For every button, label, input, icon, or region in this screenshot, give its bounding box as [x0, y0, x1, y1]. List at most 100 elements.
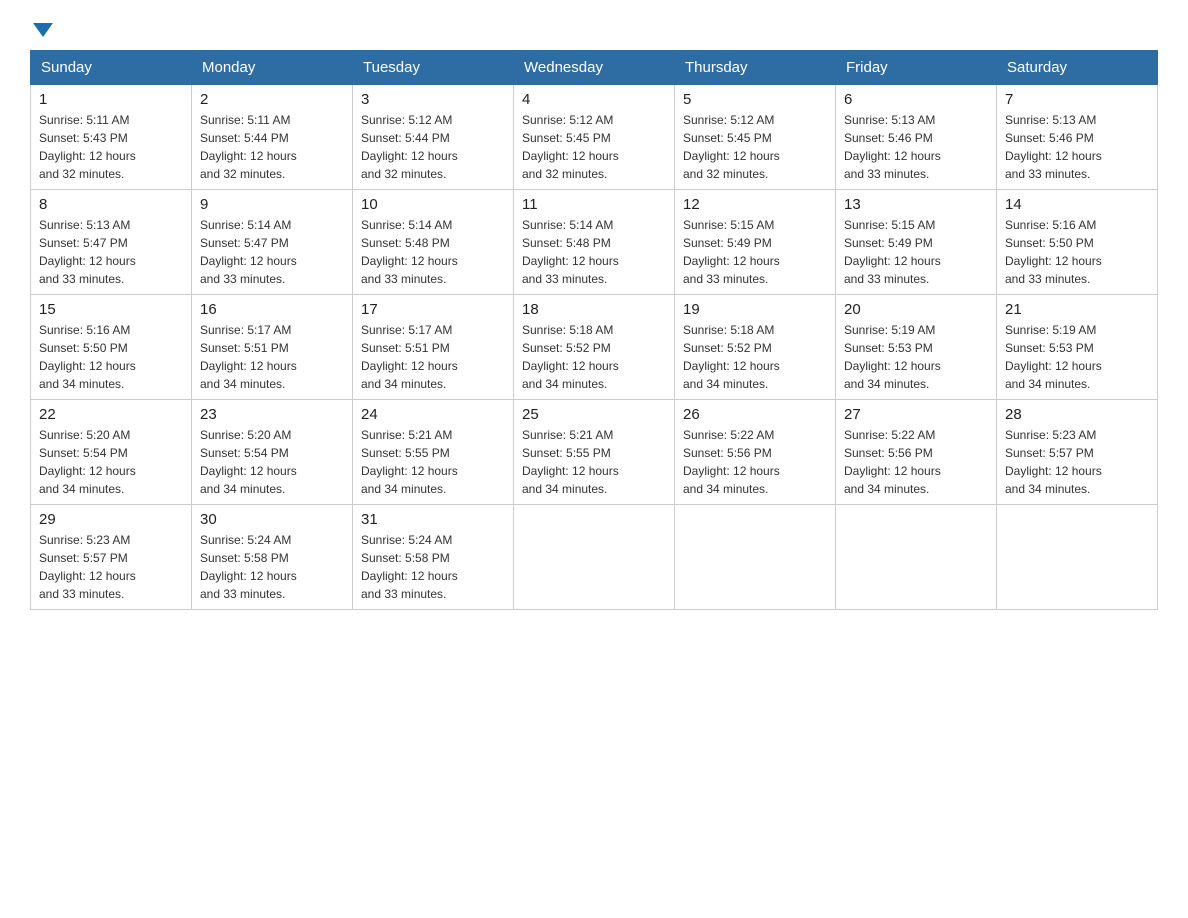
day-info: Sunrise: 5:19 AMSunset: 5:53 PMDaylight:… — [844, 323, 941, 391]
day-info: Sunrise: 5:17 AMSunset: 5:51 PMDaylight:… — [361, 323, 458, 391]
day-number: 24 — [361, 406, 505, 423]
calendar-header-sunday: Sunday — [31, 51, 192, 85]
calendar-cell: 19 Sunrise: 5:18 AMSunset: 5:52 PMDaylig… — [675, 295, 836, 400]
day-info: Sunrise: 5:13 AMSunset: 5:47 PMDaylight:… — [39, 218, 136, 286]
calendar-cell: 7 Sunrise: 5:13 AMSunset: 5:46 PMDayligh… — [997, 85, 1158, 190]
day-info: Sunrise: 5:18 AMSunset: 5:52 PMDaylight:… — [683, 323, 780, 391]
calendar-cell: 12 Sunrise: 5:15 AMSunset: 5:49 PMDaylig… — [675, 190, 836, 295]
day-info: Sunrise: 5:21 AMSunset: 5:55 PMDaylight:… — [361, 428, 458, 496]
day-info: Sunrise: 5:13 AMSunset: 5:46 PMDaylight:… — [1005, 113, 1102, 181]
calendar-header-saturday: Saturday — [997, 51, 1158, 85]
calendar-week-row: 15 Sunrise: 5:16 AMSunset: 5:50 PMDaylig… — [31, 295, 1158, 400]
day-info: Sunrise: 5:20 AMSunset: 5:54 PMDaylight:… — [200, 428, 297, 496]
day-number: 22 — [39, 406, 183, 423]
calendar-cell: 9 Sunrise: 5:14 AMSunset: 5:47 PMDayligh… — [192, 190, 353, 295]
day-number: 29 — [39, 511, 183, 528]
calendar-cell: 31 Sunrise: 5:24 AMSunset: 5:58 PMDaylig… — [353, 505, 514, 610]
calendar-cell: 22 Sunrise: 5:20 AMSunset: 5:54 PMDaylig… — [31, 400, 192, 505]
day-info: Sunrise: 5:15 AMSunset: 5:49 PMDaylight:… — [844, 218, 941, 286]
logo — [30, 20, 53, 34]
calendar-cell: 27 Sunrise: 5:22 AMSunset: 5:56 PMDaylig… — [836, 400, 997, 505]
calendar-cell: 11 Sunrise: 5:14 AMSunset: 5:48 PMDaylig… — [514, 190, 675, 295]
calendar-cell — [997, 505, 1158, 610]
day-number: 13 — [844, 196, 988, 213]
day-info: Sunrise: 5:18 AMSunset: 5:52 PMDaylight:… — [522, 323, 619, 391]
day-number: 28 — [1005, 406, 1149, 423]
day-info: Sunrise: 5:24 AMSunset: 5:58 PMDaylight:… — [200, 533, 297, 601]
day-info: Sunrise: 5:11 AMSunset: 5:44 PMDaylight:… — [200, 113, 297, 181]
day-info: Sunrise: 5:13 AMSunset: 5:46 PMDaylight:… — [844, 113, 941, 181]
calendar-cell: 15 Sunrise: 5:16 AMSunset: 5:50 PMDaylig… — [31, 295, 192, 400]
day-info: Sunrise: 5:12 AMSunset: 5:45 PMDaylight:… — [522, 113, 619, 181]
calendar-week-row: 8 Sunrise: 5:13 AMSunset: 5:47 PMDayligh… — [31, 190, 1158, 295]
day-info: Sunrise: 5:17 AMSunset: 5:51 PMDaylight:… — [200, 323, 297, 391]
calendar-week-row: 29 Sunrise: 5:23 AMSunset: 5:57 PMDaylig… — [31, 505, 1158, 610]
calendar-cell: 13 Sunrise: 5:15 AMSunset: 5:49 PMDaylig… — [836, 190, 997, 295]
page-header — [30, 20, 1158, 34]
calendar-cell: 6 Sunrise: 5:13 AMSunset: 5:46 PMDayligh… — [836, 85, 997, 190]
day-info: Sunrise: 5:12 AMSunset: 5:44 PMDaylight:… — [361, 113, 458, 181]
calendar-cell: 17 Sunrise: 5:17 AMSunset: 5:51 PMDaylig… — [353, 295, 514, 400]
day-number: 17 — [361, 301, 505, 318]
logo-arrow-icon — [33, 23, 53, 37]
day-number: 25 — [522, 406, 666, 423]
day-info: Sunrise: 5:12 AMSunset: 5:45 PMDaylight:… — [683, 113, 780, 181]
calendar-cell — [514, 505, 675, 610]
calendar-cell: 30 Sunrise: 5:24 AMSunset: 5:58 PMDaylig… — [192, 505, 353, 610]
day-info: Sunrise: 5:22 AMSunset: 5:56 PMDaylight:… — [844, 428, 941, 496]
calendar-week-row: 22 Sunrise: 5:20 AMSunset: 5:54 PMDaylig… — [31, 400, 1158, 505]
calendar-cell: 4 Sunrise: 5:12 AMSunset: 5:45 PMDayligh… — [514, 85, 675, 190]
day-info: Sunrise: 5:24 AMSunset: 5:58 PMDaylight:… — [361, 533, 458, 601]
day-number: 1 — [39, 91, 183, 108]
day-info: Sunrise: 5:16 AMSunset: 5:50 PMDaylight:… — [1005, 218, 1102, 286]
day-number: 7 — [1005, 91, 1149, 108]
day-info: Sunrise: 5:14 AMSunset: 5:47 PMDaylight:… — [200, 218, 297, 286]
calendar-cell: 18 Sunrise: 5:18 AMSunset: 5:52 PMDaylig… — [514, 295, 675, 400]
calendar-week-row: 1 Sunrise: 5:11 AMSunset: 5:43 PMDayligh… — [31, 85, 1158, 190]
day-info: Sunrise: 5:11 AMSunset: 5:43 PMDaylight:… — [39, 113, 136, 181]
day-number: 4 — [522, 91, 666, 108]
calendar-cell: 29 Sunrise: 5:23 AMSunset: 5:57 PMDaylig… — [31, 505, 192, 610]
calendar-cell: 10 Sunrise: 5:14 AMSunset: 5:48 PMDaylig… — [353, 190, 514, 295]
calendar-cell: 2 Sunrise: 5:11 AMSunset: 5:44 PMDayligh… — [192, 85, 353, 190]
calendar-cell: 3 Sunrise: 5:12 AMSunset: 5:44 PMDayligh… — [353, 85, 514, 190]
day-info: Sunrise: 5:19 AMSunset: 5:53 PMDaylight:… — [1005, 323, 1102, 391]
calendar-cell: 14 Sunrise: 5:16 AMSunset: 5:50 PMDaylig… — [997, 190, 1158, 295]
calendar-cell: 23 Sunrise: 5:20 AMSunset: 5:54 PMDaylig… — [192, 400, 353, 505]
calendar-header-row: SundayMondayTuesdayWednesdayThursdayFrid… — [31, 51, 1158, 85]
calendar-header-thursday: Thursday — [675, 51, 836, 85]
day-number: 21 — [1005, 301, 1149, 318]
calendar-cell: 28 Sunrise: 5:23 AMSunset: 5:57 PMDaylig… — [997, 400, 1158, 505]
calendar-cell: 21 Sunrise: 5:19 AMSunset: 5:53 PMDaylig… — [997, 295, 1158, 400]
calendar-cell: 25 Sunrise: 5:21 AMSunset: 5:55 PMDaylig… — [514, 400, 675, 505]
calendar-table: SundayMondayTuesdayWednesdayThursdayFrid… — [30, 50, 1158, 610]
day-number: 19 — [683, 301, 827, 318]
day-info: Sunrise: 5:14 AMSunset: 5:48 PMDaylight:… — [522, 218, 619, 286]
day-number: 18 — [522, 301, 666, 318]
day-info: Sunrise: 5:21 AMSunset: 5:55 PMDaylight:… — [522, 428, 619, 496]
day-number: 6 — [844, 91, 988, 108]
day-info: Sunrise: 5:20 AMSunset: 5:54 PMDaylight:… — [39, 428, 136, 496]
day-info: Sunrise: 5:22 AMSunset: 5:56 PMDaylight:… — [683, 428, 780, 496]
day-number: 10 — [361, 196, 505, 213]
day-number: 9 — [200, 196, 344, 213]
day-number: 8 — [39, 196, 183, 213]
calendar-cell — [836, 505, 997, 610]
day-info: Sunrise: 5:23 AMSunset: 5:57 PMDaylight:… — [39, 533, 136, 601]
calendar-cell: 1 Sunrise: 5:11 AMSunset: 5:43 PMDayligh… — [31, 85, 192, 190]
calendar-header-friday: Friday — [836, 51, 997, 85]
day-number: 14 — [1005, 196, 1149, 213]
calendar-header-wednesday: Wednesday — [514, 51, 675, 85]
day-number: 15 — [39, 301, 183, 318]
calendar-header-tuesday: Tuesday — [353, 51, 514, 85]
calendar-cell: 26 Sunrise: 5:22 AMSunset: 5:56 PMDaylig… — [675, 400, 836, 505]
calendar-cell: 5 Sunrise: 5:12 AMSunset: 5:45 PMDayligh… — [675, 85, 836, 190]
day-number: 20 — [844, 301, 988, 318]
day-info: Sunrise: 5:16 AMSunset: 5:50 PMDaylight:… — [39, 323, 136, 391]
day-number: 2 — [200, 91, 344, 108]
day-number: 12 — [683, 196, 827, 213]
day-number: 11 — [522, 196, 666, 213]
calendar-cell — [675, 505, 836, 610]
day-number: 27 — [844, 406, 988, 423]
calendar-cell: 8 Sunrise: 5:13 AMSunset: 5:47 PMDayligh… — [31, 190, 192, 295]
